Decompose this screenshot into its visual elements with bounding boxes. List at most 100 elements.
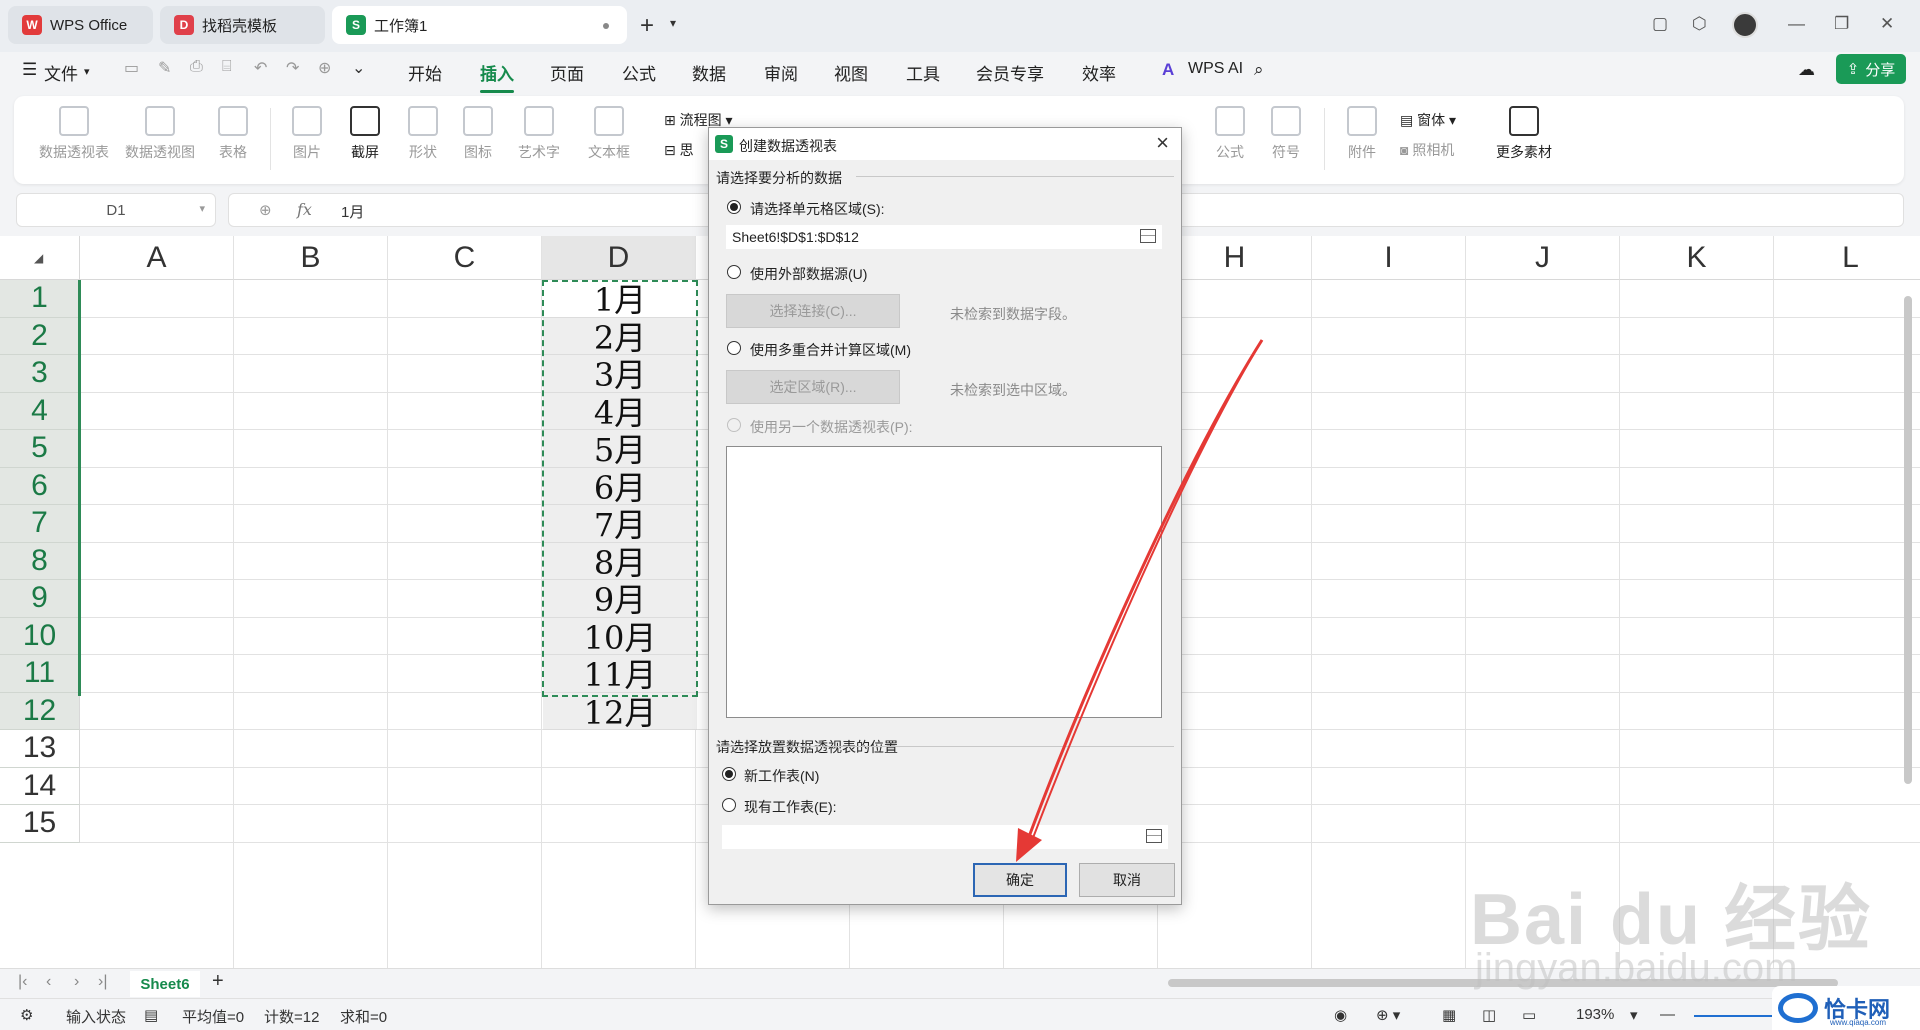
row-header-4[interactable]: 4 [0, 392, 80, 430]
wordart-button[interactable]: 艺术字 [508, 106, 570, 162]
sheet-tab-sheet6[interactable]: Sheet6 [130, 971, 200, 997]
textbox-button[interactable]: 文本框 [578, 106, 640, 162]
menu-member[interactable]: 会员专享 [976, 60, 1044, 85]
tab-docer-templates[interactable]: D 找稻壳模板 [160, 6, 325, 44]
pivot-chart-button[interactable]: 数据透视图 [120, 106, 200, 162]
row-header-13[interactable]: 13 [0, 730, 80, 768]
add-sheet-icon[interactable]: + [212, 970, 224, 993]
cube-icon[interactable]: ⬡ [1692, 14, 1707, 34]
cell-d12[interactable]: 12月 [543, 692, 697, 732]
row-header-9[interactable]: 9 [0, 580, 80, 618]
range-picker-icon[interactable] [1140, 229, 1156, 243]
column-header-a[interactable]: A [80, 236, 234, 280]
row-header-8[interactable]: 8 [0, 542, 80, 580]
column-header-l[interactable]: L [1774, 236, 1920, 280]
radio-multiple-ranges[interactable] [727, 341, 741, 355]
pivot-list-box[interactable] [726, 446, 1162, 718]
eye-icon[interactable]: ◉ [1334, 1006, 1347, 1024]
menu-view[interactable]: 视图 [834, 60, 868, 85]
menu-data[interactable]: 数据 [692, 60, 726, 85]
form-button[interactable]: ▤ 窗体 ▾ [1400, 110, 1456, 130]
save-icon[interactable]: ▭ [124, 58, 139, 78]
menu-insert[interactable]: 插入 [480, 60, 514, 93]
menu-formula[interactable]: 公式 [622, 60, 656, 85]
pivot-table-button[interactable]: 数据透视表 [34, 106, 114, 162]
next-sheet-icon[interactable]: › [74, 973, 79, 991]
icon-button[interactable]: 图标 [456, 106, 500, 162]
window-layout-icon[interactable]: ▢ [1652, 14, 1668, 34]
preview-icon[interactable]: ⌸ [222, 58, 232, 76]
chevron-down-icon[interactable]: ⌄ [352, 58, 365, 78]
new-tab-plus-icon[interactable]: + [640, 12, 654, 40]
prev-sheet-icon[interactable]: ‹ [46, 973, 51, 991]
radio-new-sheet[interactable] [722, 767, 736, 781]
chevron-down-icon[interactable]: ▾ [670, 16, 676, 30]
ok-button[interactable]: 确定 [973, 863, 1067, 897]
normal-view-icon[interactable]: ▦ [1442, 1006, 1456, 1024]
row-header-10[interactable]: 10 [0, 617, 80, 655]
row-header-14[interactable]: 14 [0, 767, 80, 805]
column-header-b[interactable]: B [234, 236, 388, 280]
vertical-scrollbar[interactable] [1904, 296, 1912, 784]
close-window-icon[interactable]: ✕ [1880, 14, 1894, 34]
shape-button[interactable]: 形状 [398, 106, 448, 162]
menu-home[interactable]: 开始 [408, 60, 442, 85]
range-picker-icon[interactable] [1146, 829, 1162, 843]
minimize-icon[interactable]: — [1788, 14, 1805, 34]
zoom-out-icon[interactable]: — [1660, 1006, 1675, 1023]
row-header-1[interactable]: 1 [0, 280, 80, 318]
close-icon[interactable]: × [1156, 130, 1169, 156]
table-button[interactable]: 表格 [210, 106, 256, 162]
range-input[interactable]: Sheet6!$D$1:$D$12 [726, 225, 1162, 249]
column-header-k[interactable]: K [1620, 236, 1774, 280]
screenshot-button[interactable]: 截屏 [340, 106, 390, 162]
row-header-7[interactable]: 7 [0, 505, 80, 543]
macro-icon[interactable]: ⚙ [20, 1006, 33, 1024]
redo-icon[interactable]: ↷ [286, 58, 299, 78]
tab-workbook1[interactable]: S 工作簿1 [332, 6, 627, 44]
select-region-button[interactable]: 选定区域(R)... [726, 370, 900, 404]
search-icon[interactable]: ⌕ [1254, 60, 1264, 80]
radio-external-source[interactable] [727, 265, 741, 279]
row-header-12[interactable]: 12 [0, 692, 80, 730]
menu-tools[interactable]: 工具 [906, 60, 940, 85]
menu-review[interactable]: 审阅 [764, 60, 798, 85]
chevron-down-icon[interactable]: ▾ [199, 202, 205, 215]
new-doc-icon[interactable]: ⊕ [318, 58, 331, 78]
attachment-button[interactable]: 附件 [1340, 106, 1384, 162]
column-header-c[interactable]: C [388, 236, 542, 280]
doc-icon[interactable]: ▤ [144, 1006, 158, 1024]
row-header-15[interactable]: 15 [0, 805, 80, 843]
picture-button[interactable]: 图片 [282, 106, 332, 162]
menu-page[interactable]: 页面 [550, 60, 584, 85]
fx-icon[interactable]: fx [297, 200, 312, 219]
layout-icon[interactable]: ⊕ ▾ [1376, 1006, 1400, 1024]
more-materials-button[interactable]: 更多素材 [1484, 106, 1564, 162]
formula-button[interactable]: 公式 [1208, 106, 1252, 162]
column-header-i[interactable]: I [1312, 236, 1466, 280]
cancel-button[interactable]: 取消 [1079, 863, 1175, 897]
wps-ai-icon[interactable]: A [1162, 60, 1174, 80]
camera-button[interactable]: ◙ 照相机 [1400, 140, 1454, 160]
share-button[interactable]: ⇪ 分享 [1836, 54, 1906, 84]
cloud-upload-icon[interactable]: ☁ [1798, 60, 1815, 80]
row-header-3[interactable]: 3 [0, 355, 80, 393]
chevron-down-icon[interactable]: ▾ [84, 65, 90, 78]
row-header-11[interactable]: 11 [0, 655, 80, 693]
restore-icon[interactable]: ❐ [1834, 14, 1849, 34]
column-header-j[interactable]: J [1466, 236, 1620, 280]
menu-file[interactable]: 文件 [44, 60, 78, 85]
mindmap-button[interactable]: ⊟ 思 [664, 140, 694, 160]
row-header-6[interactable]: 6 [0, 467, 80, 505]
print-icon[interactable]: ⎙ [190, 58, 203, 76]
menu-wps-ai[interactable]: WPS AI [1188, 60, 1243, 78]
column-header-d[interactable]: D [542, 236, 696, 280]
avatar[interactable] [1732, 12, 1758, 38]
row-header-5[interactable]: 5 [0, 430, 80, 468]
row-header-2[interactable]: 2 [0, 317, 80, 355]
last-sheet-icon[interactable]: ›| [98, 973, 107, 991]
name-box[interactable]: D1 ▾ [16, 193, 216, 227]
undo-icon[interactable]: ↶ [254, 58, 267, 78]
zoom-dropdown-icon[interactable]: ▾ [1630, 1006, 1638, 1024]
hamburger-icon[interactable]: ☰ [22, 60, 37, 80]
